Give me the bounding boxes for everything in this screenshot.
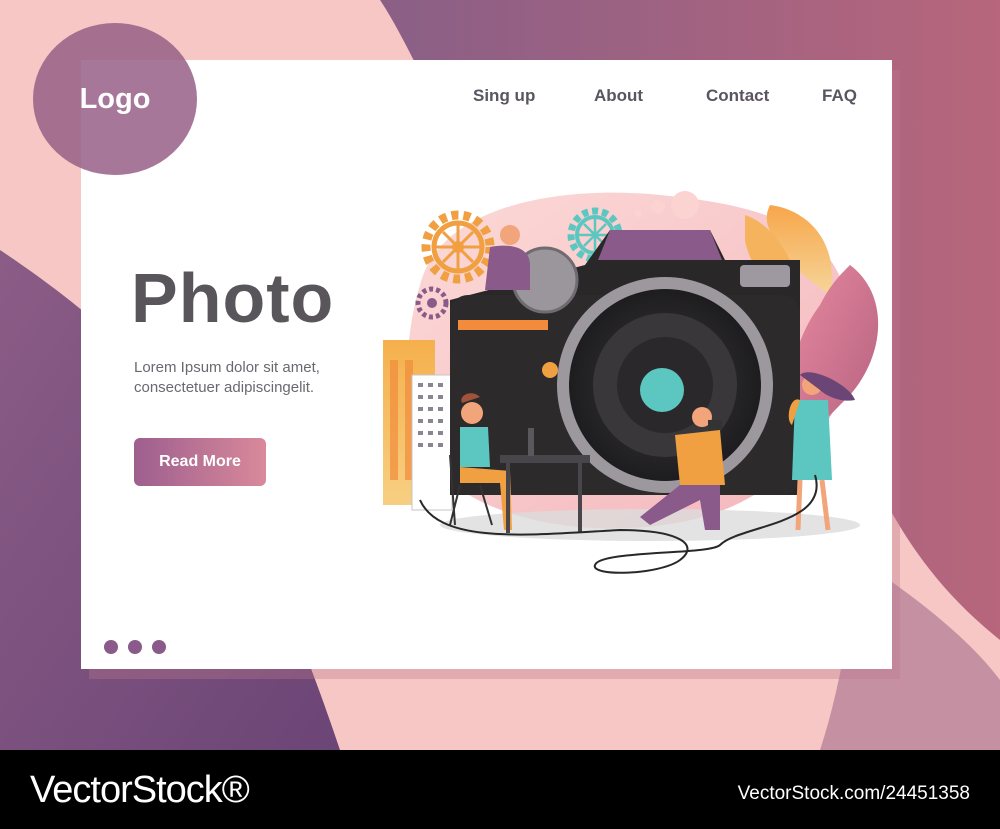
pagination-dot[interactable]: [152, 640, 166, 654]
pagination-dot[interactable]: [128, 640, 142, 654]
hero-illustration: [380, 185, 890, 580]
hero-description-line-1: Lorem Ipsum dolor sit amet,: [134, 359, 320, 376]
nav-sign-up[interactable]: Sing up: [473, 86, 535, 106]
pagination-dots: [104, 640, 166, 654]
nav-about[interactable]: About: [594, 86, 643, 106]
hero-description-line-2: consectetuer adipiscingelit.: [134, 379, 315, 396]
nav-faq[interactable]: FAQ: [822, 86, 857, 106]
stock-image-id: VectorStock.com/24451358: [737, 783, 970, 804]
brand-watermark: VectorStock®: [30, 769, 250, 811]
top-nav: Sing up About Contact FAQ: [0, 86, 1000, 108]
nav-contact[interactable]: Contact: [706, 86, 769, 106]
stock-footer: VectorStock® VectorStock.com/24451358: [0, 750, 1000, 829]
read-more-button[interactable]: Read More: [134, 438, 266, 486]
hero-title: Photo: [131, 259, 335, 337]
hero-description: Lorem Ipsum dolor sit amet, consectetuer…: [134, 358, 374, 398]
pagination-dot[interactable]: [104, 640, 118, 654]
